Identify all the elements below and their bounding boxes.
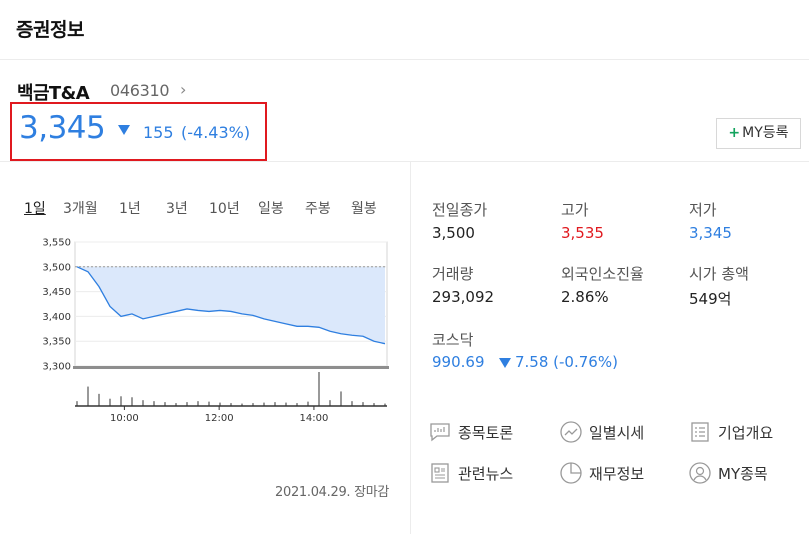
plus-icon: + (728, 125, 741, 141)
price-chart[interactable]: 3,550 3,500 3,450 3,400 3,350 3,300 10:00 12:00… (0, 228, 400, 428)
link-label: 일별시세 (589, 423, 645, 442)
current-price: 3,345 (19, 110, 106, 146)
stat-value: 3,345 (689, 224, 732, 242)
link-news[interactable]: 관련뉴스 (428, 459, 513, 487)
stat-market-cap: 시가 총액 549억 (689, 263, 749, 309)
trend-circle-icon (560, 421, 582, 443)
y-tick-label: 3,500 (42, 262, 71, 273)
list-doc-icon (691, 422, 709, 442)
tab-1-day[interactable]: 1일 (24, 198, 46, 218)
stat-label: 거래량 (432, 265, 474, 283)
stat-value: 293,092 (432, 288, 495, 306)
tab-10-year[interactable]: 10년 (209, 198, 240, 218)
chart-separator (73, 366, 389, 369)
y-tick-label: 3,550 (42, 238, 71, 249)
stat-low: 저가 3,345 (689, 199, 732, 242)
link-financials[interactable]: 재무정보 (559, 459, 644, 487)
link-label: MY종목 (718, 464, 768, 483)
chart-date: 2021.04.29. 장마감 (275, 485, 390, 500)
link-label: 재무정보 (589, 464, 645, 483)
stock-code[interactable]: 046310 (110, 81, 170, 100)
x-tick-label: 10:00 (110, 413, 139, 424)
stat-high: 고가 3,535 (561, 199, 604, 242)
stat-label: 시가 총액 (689, 265, 749, 283)
stat-label: 전일종가 (432, 201, 488, 219)
y-tick-label: 3,350 (42, 337, 71, 348)
link-company-overview[interactable]: 기업개요 (688, 418, 773, 446)
link-label: 관련뉴스 (458, 464, 514, 483)
tab-3-year[interactable]: 3년 (166, 198, 188, 218)
tab-weekly[interactable]: 주봉 (305, 198, 331, 218)
header-title: 증권정보 (16, 19, 84, 41)
stat-label: 고가 (561, 201, 589, 219)
x-tick-label: 12:00 (205, 413, 234, 424)
index-value: 990.69 (432, 353, 485, 371)
link-discussion[interactable]: 종목토론 (428, 418, 513, 446)
my-register-button[interactable]: + MY등록 (716, 118, 801, 149)
tab-daily[interactable]: 일봉 (258, 198, 284, 218)
speech-bubble-icon (430, 423, 450, 442)
stat-label: 코스닥 (432, 331, 474, 349)
y-tick-label: 3,400 (42, 312, 71, 323)
divider (0, 161, 809, 162)
stat-label: 외국인소진율 (561, 265, 644, 283)
stat-value: 3,535 (561, 224, 604, 242)
price-change: 155 (143, 123, 174, 142)
user-circle-icon (689, 462, 711, 484)
link-label: 종목토론 (458, 423, 514, 442)
link-my-stocks[interactable]: MY종목 (688, 459, 768, 487)
tab-monthly[interactable]: 월봉 (351, 198, 377, 218)
tab-1-year[interactable]: 1년 (119, 198, 141, 218)
y-tick-label: 3,450 (42, 287, 71, 298)
header: 증권정보 (0, 0, 809, 60)
my-register-label: MY등록 (742, 125, 789, 141)
stat-value: 2.86% (561, 288, 609, 306)
pie-chart-icon (560, 462, 582, 484)
tab-3-month[interactable]: 3개월 (63, 198, 98, 218)
stat-index: 코스닥 (432, 329, 473, 354)
stat-foreign-rate: 외국인소진율 2.86% (561, 263, 644, 306)
link-label: 기업개요 (718, 423, 774, 442)
index-change: 7.58 (-0.76%) (515, 353, 618, 371)
link-daily-price[interactable]: 일별시세 (559, 418, 644, 446)
down-arrow-icon (499, 358, 511, 368)
down-arrow-icon (118, 125, 130, 135)
price-change-pct: (-4.43%) (181, 123, 251, 142)
stat-value: 549억 (689, 290, 732, 308)
stat-label: 저가 (689, 201, 717, 219)
news-doc-icon (431, 463, 449, 483)
stat-volume: 거래량 293,092 (432, 263, 494, 306)
y-tick-label: 3,300 (42, 362, 71, 373)
divider (410, 162, 411, 534)
stat-prev-close: 전일종가 3,500 (432, 199, 487, 242)
chevron-right-icon[interactable]: › (180, 80, 186, 99)
x-tick-label: 14:00 (300, 413, 329, 424)
stat-value: 3,500 (432, 224, 475, 242)
price-box: 3,345 155 (-4.43%) (10, 102, 267, 161)
